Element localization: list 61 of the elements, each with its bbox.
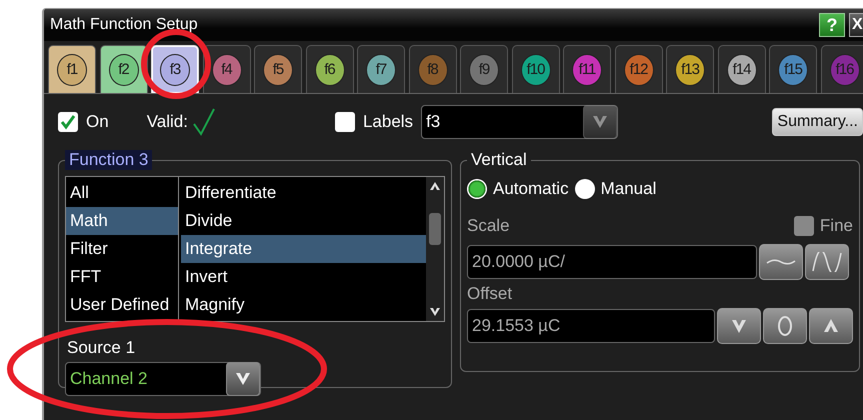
offset-down-button[interactable] (717, 308, 761, 344)
labels-checkbox[interactable] (334, 112, 355, 132)
on-checkbox[interactable] (58, 112, 78, 132)
function-tab[interactable]: f11 (563, 45, 611, 93)
group-title: Function 3 (65, 150, 152, 170)
function-tab[interactable]: f1 (48, 45, 96, 93)
operator-item[interactable]: Invert (181, 263, 426, 291)
coarse-scale-button[interactable] (805, 244, 849, 280)
wave-icon (766, 258, 796, 266)
summary-button[interactable]: Summary... (772, 108, 863, 136)
window-title: Math Function Setup (50, 16, 198, 34)
radio-label: Automatic (493, 179, 569, 199)
valid-label: Valid: (146, 112, 188, 132)
offset-field[interactable]: 29.1553 µC (467, 309, 715, 343)
function-tab[interactable]: f2 (100, 45, 148, 93)
caret-down-icon (234, 371, 252, 387)
scroll-down-icon (429, 307, 441, 317)
function-tab[interactable]: f13 (666, 45, 714, 93)
oval-icon (775, 316, 795, 336)
function-tab[interactable]: f6 (306, 45, 354, 93)
fine-scale-button[interactable] (759, 244, 803, 280)
check-icon (60, 114, 76, 130)
operator-item[interactable]: Divide (181, 207, 426, 235)
function-tab[interactable]: f9 (460, 45, 508, 93)
operator-item[interactable]: Magnify (181, 291, 426, 319)
category-item[interactable]: User Defined (66, 291, 178, 319)
fine-label: Fine (820, 216, 853, 236)
radio-button[interactable] (574, 179, 595, 199)
offset-label: Offset (467, 284, 514, 304)
category-item[interactable]: All (66, 179, 178, 207)
scroll-thumb[interactable] (429, 213, 441, 245)
caret-down-icon (591, 114, 610, 130)
radio-button[interactable] (467, 179, 487, 199)
scrollbar[interactable] (426, 177, 444, 321)
offset-up-button[interactable] (809, 308, 853, 344)
labels-label: Labels (362, 112, 414, 132)
on-label: On (86, 112, 109, 132)
scroll-up-icon (429, 181, 441, 191)
function-tab[interactable]: f10 (512, 45, 560, 93)
source-label: Source 1 (67, 338, 136, 358)
category-item[interactable]: FFT (66, 263, 178, 291)
operator-item[interactable]: Integrate (181, 235, 426, 263)
function-tab[interactable]: f5 (254, 45, 302, 93)
function-tab[interactable]: f3 (151, 45, 199, 93)
label-dropdown[interactable]: f3 (421, 105, 618, 139)
function-tab[interactable]: f15 (769, 45, 817, 93)
offset-zero-button[interactable] (763, 308, 807, 344)
function-tab[interactable]: f14 (718, 45, 766, 93)
scale-field[interactable]: 20.0000 µC/ (467, 245, 757, 279)
scale-label: Scale (467, 216, 510, 236)
function-tab[interactable]: f4 (202, 45, 250, 93)
source-dropdown[interactable]: Channel 2 (65, 362, 261, 396)
wave-icon (812, 252, 842, 272)
operator-item[interactable]: Differentiate (181, 179, 426, 207)
group-title: Vertical (470, 150, 528, 170)
category-item[interactable]: Filter (66, 235, 178, 263)
radio-label: Manual (600, 179, 656, 199)
close-button[interactable]: X (849, 13, 863, 37)
category-item[interactable]: Math (66, 207, 178, 235)
function-tab[interactable]: f7 (357, 45, 405, 93)
function-tab[interactable]: f12 (614, 45, 662, 93)
